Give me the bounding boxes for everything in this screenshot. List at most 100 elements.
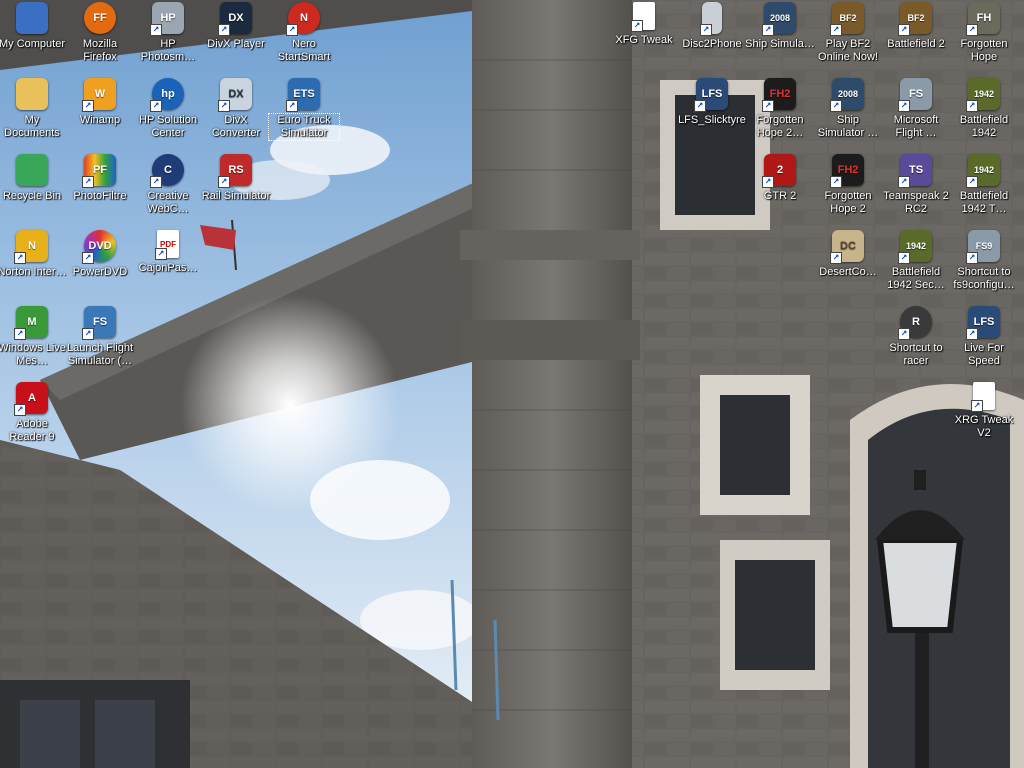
train-icon: RS ↗ [218, 154, 252, 188]
icon-label: GTR 2 [763, 190, 797, 202]
icon-label: Nero StartSmart [277, 38, 331, 63]
desktop-icon-forgotten-hope[interactable]: FH ↗ Forgotten Hope [949, 2, 1019, 72]
desktop-icon-my-documents[interactable]: My Documents [0, 78, 67, 148]
hp-icon: hp ↗ [150, 78, 184, 112]
desktop-icon-xrg-tweak[interactable]: ↗ XRG Tweak V2 [949, 382, 1019, 452]
forgotten-hope-2-icon: FH2 ↗ [830, 154, 864, 188]
icon-label: Launch Flight Simulator (… [66, 342, 134, 367]
ship-simulator-icon: 2008 ↗ [762, 2, 796, 36]
desert-combat-icon: DC ↗ [830, 230, 864, 264]
icon-label: DesertCo… [819, 266, 877, 278]
norton-icon: N ↗ [14, 230, 48, 264]
desktop-icon-cajonpass-pdf[interactable]: PDF ↗ CajonPas… [133, 230, 203, 300]
shortcut-arrow-icon: ↗ [762, 176, 774, 188]
desktop-icon-battlefield-1942-sec[interactable]: 1942 ↗ Battlefield 1942 Sec… [881, 230, 951, 300]
webcam-icon: C ↗ [150, 154, 184, 188]
desktop-icon-winamp[interactable]: W ↗ Winamp [65, 78, 135, 148]
computer-icon [16, 2, 48, 34]
icon-label: Battlefield 1942 [959, 114, 1009, 139]
shortcut-arrow-icon: ↗ [218, 24, 230, 36]
desktop-icon-forgotten-hope-2-b[interactable]: FH2 ↗ Forgotten Hope 2 [813, 154, 883, 224]
desktop-icon-battlefield-2[interactable]: BF2 ↗ Battlefield 2 [881, 2, 951, 72]
desktop-icon-photofiltre[interactable]: PF ↗ PhotoFiltre [65, 154, 135, 224]
forgotten-hope-icon: FH ↗ [966, 2, 1000, 36]
desktop-icon-powerdvd[interactable]: DVD ↗ PowerDVD [65, 230, 135, 300]
icon-label: Ship Simula… [745, 38, 815, 50]
desktop-icon-forgotten-hope-2-a[interactable]: FH2 ↗ Forgotten Hope 2… [745, 78, 815, 148]
desktop-icon-recycle-bin[interactable]: Recycle Bin [0, 154, 67, 224]
icon-label: Recycle Bin [2, 190, 62, 202]
desktop-icon-battlefield-1942-t[interactable]: 1942 ↗ Battlefield 1942 T… [949, 154, 1019, 224]
truck-icon: ETS ↗ [286, 78, 320, 112]
desktop-icon-battlefield-1942[interactable]: 1942 ↗ Battlefield 1942 [949, 78, 1019, 148]
steering-wheel-icon: R ↗ [898, 306, 932, 340]
shortcut-arrow-icon: ↗ [14, 404, 26, 416]
desktop-icon-nero-startsmart[interactable]: N ↗ Nero StartSmart [269, 2, 339, 72]
icon-label: DivX Player [207, 38, 265, 50]
shortcut-arrow-icon: ↗ [286, 100, 298, 112]
desktop-icon-lfs-slicktyre[interactable]: LFS ↗ LFS_Slicktyre [677, 78, 747, 148]
shortcut-arrow-icon: ↗ [966, 328, 978, 340]
shortcut-arrow-icon: ↗ [694, 100, 706, 112]
desktop-icon-divx-player[interactable]: DX ↗ DivX Player [201, 2, 271, 72]
shortcut-arrow-icon: ↗ [762, 100, 774, 112]
nero-icon: N ↗ [286, 2, 320, 36]
icon-label: Forgotten Hope [960, 38, 1008, 63]
icon-label: Shortcut to fs9configu… [953, 266, 1015, 291]
desktop-icon-desert-combat[interactable]: DC ↗ DesertCo… [813, 230, 883, 300]
airplane-icon: FS ↗ [898, 78, 932, 112]
icon-label: Rail Simulator [201, 190, 271, 202]
desktop-icon-launch-flight-simulator[interactable]: FS ↗ Launch Flight Simulator (… [65, 306, 135, 376]
shortcut-arrow-icon: ↗ [82, 252, 94, 264]
desktop-icon-windows-live-messenger[interactable]: M ↗ Windows Live Mes… [0, 306, 67, 376]
gtr2-icon: 2 ↗ [762, 154, 796, 188]
shortcut-arrow-icon: ↗ [898, 252, 910, 264]
desktop-icon-hp-photosmart[interactable]: HP ↗ HP Photosm… [133, 2, 203, 72]
desktop-icon-play-bf2-online[interactable]: BF2 ↗ Play BF2 Online Now! [813, 2, 883, 72]
ship-simulator-icon: 2008 ↗ [830, 78, 864, 112]
icon-label: Mozilla Firefox [82, 38, 118, 63]
shortcut-arrow-icon: ↗ [830, 100, 842, 112]
desktop-icon-microsoft-flight[interactable]: FS ↗ Microsoft Flight … [881, 78, 951, 148]
shortcut-arrow-icon: ↗ [898, 24, 910, 36]
desktop-icon-ship-simulator-2[interactable]: 2008 ↗ Ship Simulator … [813, 78, 883, 148]
desktop-icon-euro-truck-simulator[interactable]: ETS ↗ Euro Truck Simulator [268, 78, 340, 148]
icon-label: HP Photosm… [140, 38, 196, 63]
folder-icon [16, 78, 48, 110]
shortcut-arrow-icon: ↗ [898, 100, 910, 112]
desktop-icon-xfg-tweak[interactable]: ↗ XFG Tweak [609, 2, 679, 72]
desktop-icon-teamspeak[interactable]: TS ↗ Teamspeak 2 RC2 [881, 154, 951, 224]
desktop-icon-divx-converter[interactable]: DX ↗ DivX Converter [201, 78, 271, 148]
desktop-icon-adobe-reader[interactable]: A ↗ Adobe Reader 9 [0, 382, 67, 452]
icon-label: Creative WebC… [147, 190, 189, 215]
shortcut-arrow-icon: ↗ [218, 100, 230, 112]
desktop-icon-my-computer[interactable]: My Computer [0, 2, 67, 72]
lfs-icon: LFS ↗ [966, 306, 1000, 340]
desktop-icon-hp-solution-center[interactable]: hp ↗ HP Solution Center [133, 78, 203, 148]
icon-label: XRG Tweak V2 [954, 414, 1014, 439]
icon-label: Battlefield 1942 Sec… [887, 266, 945, 291]
hp-photosmart-icon: HP ↗ [150, 2, 184, 36]
xrg-tweak-icon: ↗ [971, 382, 995, 412]
desktop-icon-disc2phone[interactable]: ↗ Disc2Phone [677, 2, 747, 72]
xfg-tweak-icon: ↗ [631, 2, 655, 32]
desktop-icon-fs9-config[interactable]: FS9 ↗ Shortcut to fs9configu… [949, 230, 1019, 300]
icon-label: PowerDVD [72, 266, 128, 278]
desktop-icon-rail-simulator[interactable]: RS ↗ Rail Simulator [201, 154, 271, 224]
desktop-icon-creative-webcam[interactable]: C ↗ Creative WebC… [133, 154, 203, 224]
shortcut-arrow-icon: ↗ [150, 100, 162, 112]
desktop-icon-shortcut-racer[interactable]: R ↗ Shortcut to racer [881, 306, 951, 376]
desktop-icon-live-for-speed[interactable]: LFS ↗ Live For Speed [949, 306, 1019, 376]
icon-label: Live For Speed [964, 342, 1004, 367]
desktop-icon-norton[interactable]: N ↗ Norton Inter… [0, 230, 67, 300]
shortcut-arrow-icon: ↗ [966, 176, 978, 188]
battlefield-1942-icon: 1942 ↗ [898, 230, 932, 264]
icon-label: Norton Inter… [0, 266, 67, 278]
desktop-icon-firefox[interactable]: FF Mozilla Firefox [65, 2, 135, 72]
icon-label: Battlefield 1942 T… [959, 190, 1009, 215]
desktop-icon-ship-simulator[interactable]: 2008 ↗ Ship Simula… [745, 2, 815, 72]
shortcut-arrow-icon: ↗ [150, 24, 162, 36]
desktop-icon-gtr2[interactable]: 2 ↗ GTR 2 [745, 154, 815, 224]
shortcut-arrow-icon: ↗ [82, 328, 94, 340]
shortcut-arrow-icon: ↗ [286, 24, 298, 36]
